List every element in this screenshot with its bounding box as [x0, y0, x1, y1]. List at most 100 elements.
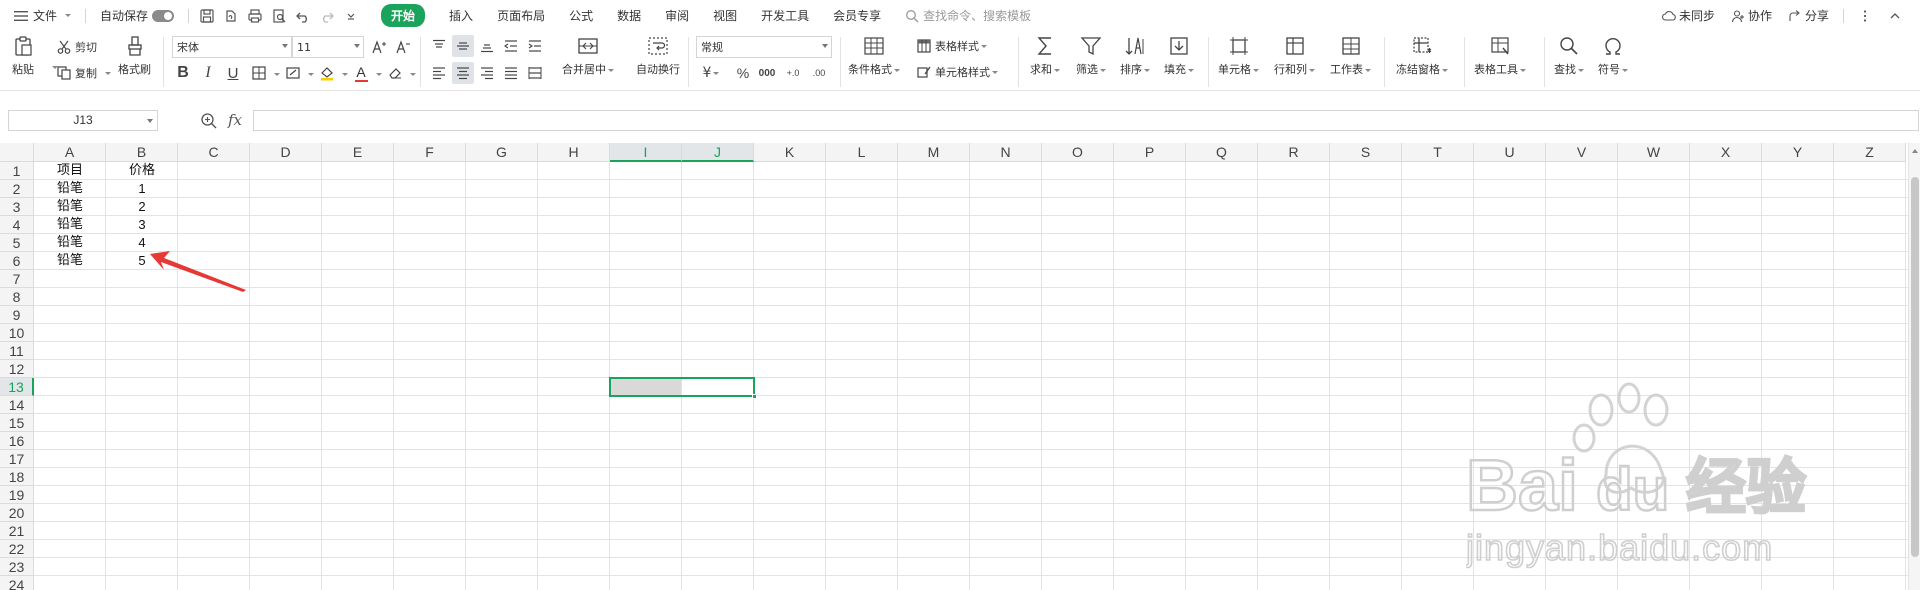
percent-format-button[interactable]: % — [732, 62, 754, 84]
increase-font-size-icon[interactable] — [368, 36, 390, 58]
font-size-select[interactable]: 11 — [292, 36, 364, 58]
justify-icon[interactable] — [500, 62, 522, 84]
merge-center-button[interactable]: 合并居中 — [562, 35, 614, 77]
font-color-icon[interactable]: A — [350, 62, 372, 84]
row-header-2[interactable]: 2 — [0, 180, 34, 198]
currency-format-button[interactable]: ¥ — [698, 62, 724, 84]
distributed-align-icon[interactable] — [524, 62, 546, 84]
column-header-j[interactable]: J — [682, 143, 754, 162]
column-header-z[interactable]: Z — [1834, 143, 1906, 162]
row-header-9[interactable]: 9 — [0, 306, 34, 324]
column-header-l[interactable]: L — [826, 143, 898, 162]
cell-a3[interactable]: 铅笔 — [34, 198, 106, 216]
row-header-8[interactable]: 8 — [0, 288, 34, 306]
tab-view[interactable]: 视图 — [701, 0, 749, 31]
cell-b5[interactable]: 4 — [106, 234, 178, 252]
row-header-16[interactable]: 16 — [0, 432, 34, 450]
row-header-22[interactable]: 22 — [0, 540, 34, 558]
row-header-5[interactable]: 5 — [0, 234, 34, 252]
export-pdf-icon[interactable] — [219, 4, 243, 28]
decrease-decimal-button[interactable]: .00 — [808, 62, 830, 84]
column-header-s[interactable]: S — [1330, 143, 1402, 162]
table-style-button[interactable]: 表格样式 — [916, 35, 987, 57]
zoom-formula-icon[interactable] — [200, 112, 218, 130]
bold-button[interactable]: B — [172, 62, 194, 84]
scrollbar-thumb[interactable] — [1911, 177, 1919, 557]
number-format-select[interactable]: 常规 — [696, 36, 832, 58]
collapse-ribbon-icon[interactable] — [1880, 9, 1910, 23]
customize-quick-access-icon[interactable] — [339, 4, 363, 28]
row-header-23[interactable]: 23 — [0, 558, 34, 576]
column-header-f[interactable]: F — [394, 143, 466, 162]
insert-function-button[interactable]: fx — [228, 111, 242, 129]
column-header-n[interactable]: N — [970, 143, 1042, 162]
align-middle-icon[interactable] — [452, 35, 474, 57]
redo-icon[interactable] — [315, 4, 339, 28]
row-header-13[interactable]: 13 — [0, 378, 34, 396]
cell-a6[interactable]: 铅笔 — [34, 252, 106, 270]
row-header-15[interactable]: 15 — [0, 414, 34, 432]
select-all-corner[interactable] — [0, 143, 34, 162]
print-icon[interactable] — [243, 4, 267, 28]
thousands-separator-button[interactable]: 000 — [756, 62, 778, 84]
row-header-11[interactable]: 11 — [0, 342, 34, 360]
paste-button[interactable]: 粘贴 — [12, 35, 58, 77]
cell-a4[interactable]: 铅笔 — [34, 216, 106, 234]
row-header-20[interactable]: 20 — [0, 504, 34, 522]
row-header-19[interactable]: 19 — [0, 486, 34, 504]
column-header-y[interactable]: Y — [1762, 143, 1834, 162]
row-header-14[interactable]: 14 — [0, 396, 34, 414]
chevron-down-icon[interactable] — [274, 73, 280, 76]
eraser-icon[interactable] — [384, 62, 406, 84]
row-header-24[interactable]: 24 — [0, 576, 34, 590]
row-column-button[interactable]: 行和列 — [1274, 35, 1315, 77]
row-header-1[interactable]: 1 — [0, 162, 34, 180]
print-preview-icon[interactable] — [267, 4, 291, 28]
more-options-icon[interactable] — [1850, 9, 1880, 23]
row-header-18[interactable]: 18 — [0, 468, 34, 486]
table-tools-button[interactable]: 表格工具 — [1474, 35, 1526, 77]
cell-b2[interactable]: 1 — [106, 180, 178, 198]
scroll-up-icon[interactable] — [1912, 149, 1918, 153]
column-header-a[interactable]: A — [34, 143, 106, 162]
column-header-c[interactable]: C — [178, 143, 250, 162]
cell-style-button[interactable]: 单元格样式 — [916, 61, 998, 83]
align-right-icon[interactable] — [476, 62, 498, 84]
undo-icon[interactable] — [291, 4, 315, 28]
chevron-down-icon[interactable] — [410, 73, 416, 76]
column-header-m[interactable]: M — [898, 143, 970, 162]
cell-a5[interactable]: 铅笔 — [34, 234, 106, 252]
freeze-panes-button[interactable]: 冻结窗格 — [1396, 35, 1448, 77]
increase-indent-icon[interactable] — [524, 35, 546, 57]
row-header-4[interactable]: 4 — [0, 216, 34, 234]
column-header-p[interactable]: P — [1114, 143, 1186, 162]
sum-button[interactable]: 求和 — [1030, 35, 1060, 77]
column-header-u[interactable]: U — [1474, 143, 1546, 162]
column-header-e[interactable]: E — [322, 143, 394, 162]
chevron-down-icon[interactable] — [342, 73, 348, 76]
vertical-scrollbar[interactable] — [1908, 143, 1920, 590]
row-header-17[interactable]: 17 — [0, 450, 34, 468]
filter-button[interactable]: 筛选 — [1076, 35, 1106, 77]
tab-page-layout[interactable]: 页面布局 — [485, 0, 557, 31]
column-header-w[interactable]: W — [1618, 143, 1690, 162]
chevron-down-icon[interactable] — [308, 73, 314, 76]
tab-developer[interactable]: 开发工具 — [749, 0, 821, 31]
command-search[interactable]: 查找命令、搜索模板 — [893, 7, 1031, 24]
copy-button[interactable]: 复制 — [56, 62, 111, 84]
align-bottom-icon[interactable] — [476, 35, 498, 57]
wrap-text-button[interactable]: 自动换行 — [636, 35, 680, 77]
column-header-d[interactable]: D — [250, 143, 322, 162]
fill-color-icon[interactable] — [316, 62, 338, 84]
column-header-o[interactable]: O — [1042, 143, 1114, 162]
column-header-q[interactable]: Q — [1186, 143, 1258, 162]
cut-button[interactable]: 剪切 — [56, 36, 97, 58]
share-button[interactable]: 分享 — [1780, 7, 1837, 24]
name-box[interactable]: J13 — [8, 110, 158, 131]
worksheet-button[interactable]: 工作表 — [1330, 35, 1371, 77]
row-header-7[interactable]: 7 — [0, 270, 34, 288]
format-painter-button[interactable]: 格式刷 — [118, 35, 151, 77]
align-left-icon[interactable] — [428, 62, 450, 84]
column-header-t[interactable]: T — [1402, 143, 1474, 162]
cell-b1[interactable]: 价格 — [106, 162, 178, 180]
